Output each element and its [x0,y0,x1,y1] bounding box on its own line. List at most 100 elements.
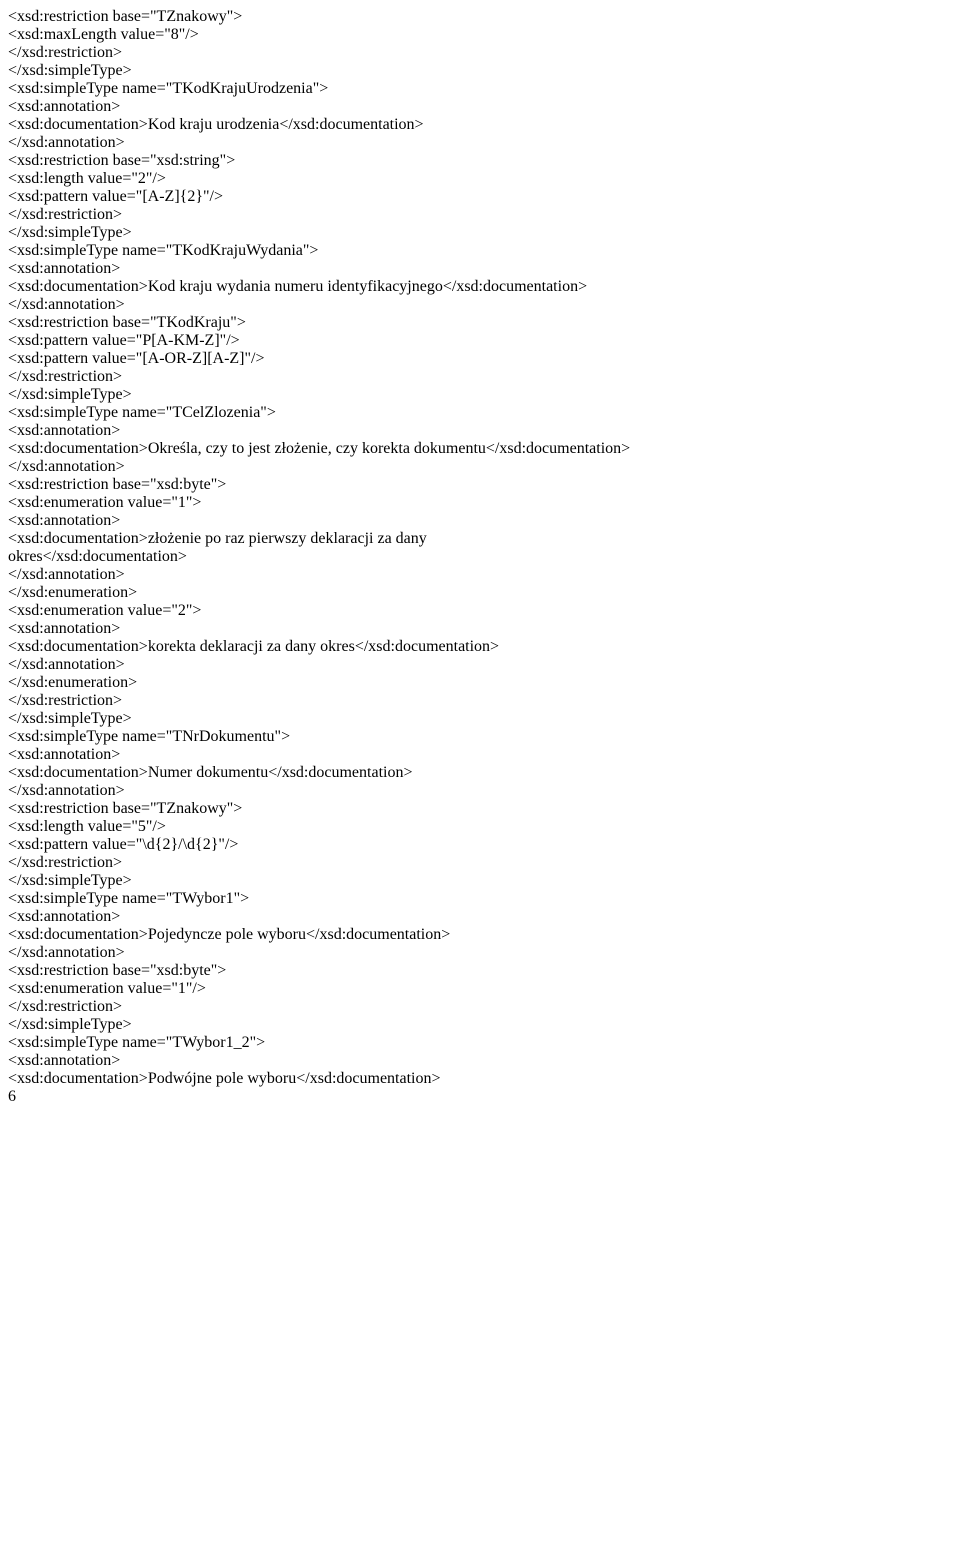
code-line: </xsd:restriction> [8,854,952,872]
code-line: </xsd:simpleType> [8,872,952,890]
xml-tag: <xsd:annotation> [8,512,120,529]
xml-tag: <xsd:simpleType name= [8,242,166,259]
xml-tag: /> [152,818,165,835]
xml-attr-value: "1" [171,980,192,997]
xml-tag: <xsd:enumeration value= [8,980,171,997]
xml-tag: <xsd:documentation> [8,530,148,547]
xml-tag: /> [210,188,223,205]
xml-tag: </xsd:restriction> [8,998,122,1015]
xml-tag: <xsd:enumeration value= [8,494,171,511]
code-line: </xsd:annotation> [8,656,952,674]
code-line: </xsd:annotation> [8,944,952,962]
xml-tag: /> [251,350,264,367]
xml-tag: </xsd:simpleType> [8,872,132,889]
xml-attr-value: "TWybor1_2" [166,1034,256,1051]
xml-tag: </xsd:annotation> [8,134,125,151]
code-line: <xsd:annotation> [8,512,952,530]
code-line: <xsd:restriction base="TZnakowy"> [8,8,952,26]
xml-attr-value: "xsd:byte" [150,962,217,979]
code-line: <xsd:annotation> [8,1052,952,1070]
xml-attr-value: "P[A-KM-Z]" [136,332,226,349]
code-line: <xsd:maxLength value="8"/> [8,26,952,44]
code-line: </xsd:simpleType> [8,386,952,404]
text-content: Pojedyncze pole wyboru [148,926,306,943]
xml-attr-value: "TNrDokumentu" [166,728,281,745]
xml-tag: > [319,80,328,97]
code-line: </xsd:restriction> [8,998,952,1016]
xml-attr-value: "[A-OR-Z][A-Z]" [136,350,251,367]
code-line: <xsd:documentation>Kod kraju urodzenia</… [8,116,952,134]
xsd-schema-listing: <xsd:restriction base="TZnakowy"><xsd:ma… [8,8,952,1088]
code-line: <xsd:simpleType name="TCelZlozenia"> [8,404,952,422]
xml-tag: <xsd:restriction base= [8,476,150,493]
xml-tag: <xsd:documentation> [8,440,148,457]
xml-tag: <xsd:annotation> [8,260,120,277]
xml-tag: </xsd:annotation> [8,566,125,583]
xml-tag: <xsd:simpleType name= [8,1034,166,1051]
xml-attr-value: "2" [171,602,192,619]
code-line: </xsd:restriction> [8,692,952,710]
xml-tag: </xsd:annotation> [8,944,125,961]
xml-tag: <xsd:documentation> [8,116,148,133]
xml-tag: > [217,476,226,493]
code-line: <xsd:documentation>Podwójne pole wyboru<… [8,1070,952,1088]
code-line: <xsd:restriction base="xsd:string"> [8,152,952,170]
code-line: <xsd:annotation> [8,620,952,638]
xml-tag: > [233,8,242,25]
xml-tag: <xsd:simpleType name= [8,890,166,907]
xml-attr-value: "1" [171,494,192,511]
xml-tag: > [309,242,318,259]
code-line: </xsd:enumeration> [8,584,952,602]
xml-tag: > [217,962,226,979]
xml-tag: </xsd:annotation> [8,782,125,799]
xml-attr-value: "TZnakowy" [150,800,233,817]
xml-tag: <xsd:annotation> [8,908,120,925]
xml-tag: </xsd:restriction> [8,368,122,385]
xml-tag: </xsd:documentation> [355,638,499,655]
text-content: złożenie po raz pierwszy deklaracji za d… [148,530,427,547]
xml-tag: <xsd:pattern value= [8,836,136,853]
xml-tag: <xsd:simpleType name= [8,80,166,97]
code-line: </xsd:annotation> [8,134,952,152]
code-line: <xsd:simpleType name="TNrDokumentu"> [8,728,952,746]
code-line: </xsd:restriction> [8,206,952,224]
code-line: <xsd:restriction base="TZnakowy"> [8,800,952,818]
xml-tag: <xsd:length value= [8,170,131,187]
xml-tag: <xsd:documentation> [8,638,148,655]
page-number: 6 [8,1088,952,1106]
xml-attr-value: "TKodKrajuWydania" [166,242,310,259]
xml-tag: <xsd:documentation> [8,926,148,943]
xml-tag: <xsd:restriction base= [8,8,150,25]
code-line: <xsd:simpleType name="TKodKrajuWydania"> [8,242,952,260]
xml-attr-value: "5" [131,818,152,835]
xml-tag: </xsd:annotation> [8,656,125,673]
xml-tag: <xsd:maxLength value= [8,26,164,43]
xml-tag: <xsd:annotation> [8,422,120,439]
xml-tag: <xsd:pattern value= [8,350,136,367]
xml-tag: </xsd:restriction> [8,692,122,709]
xml-tag: <xsd:enumeration value= [8,602,171,619]
xml-tag: <xsd:documentation> [8,764,148,781]
xml-tag: </xsd:documentation> [443,278,587,295]
code-line: okres</xsd:documentation> [8,548,952,566]
xml-tag: <xsd:documentation> [8,1070,148,1087]
code-line: <xsd:documentation>korekta deklaracji za… [8,638,952,656]
code-line: <xsd:documentation>złożenie po raz pierw… [8,530,952,548]
xml-attr-value: "[A-Z]{2}" [136,188,210,205]
xml-tag: <xsd:restriction base= [8,800,150,817]
code-line: <xsd:annotation> [8,260,952,278]
code-line: </xsd:annotation> [8,458,952,476]
code-line: <xsd:pattern value="P[A-KM-Z]"/> [8,332,952,350]
code-line: </xsd:annotation> [8,782,952,800]
xml-tag: > [256,1034,265,1051]
xml-tag: </xsd:annotation> [8,296,125,313]
xml-attr-value: "8" [164,26,185,43]
code-line: <xsd:documentation>Numer dokumentu</xsd:… [8,764,952,782]
code-line: <xsd:pattern value="[A-OR-Z][A-Z]"/> [8,350,952,368]
xml-attr-value: "\d{2}/\d{2}" [136,836,225,853]
code-line: <xsd:documentation>Określa, czy to jest … [8,440,952,458]
xml-tag: </xsd:restriction> [8,44,122,61]
xml-tag: <xsd:pattern value= [8,188,136,205]
xml-tag: > [192,494,201,511]
xml-tag: </xsd:simpleType> [8,386,132,403]
